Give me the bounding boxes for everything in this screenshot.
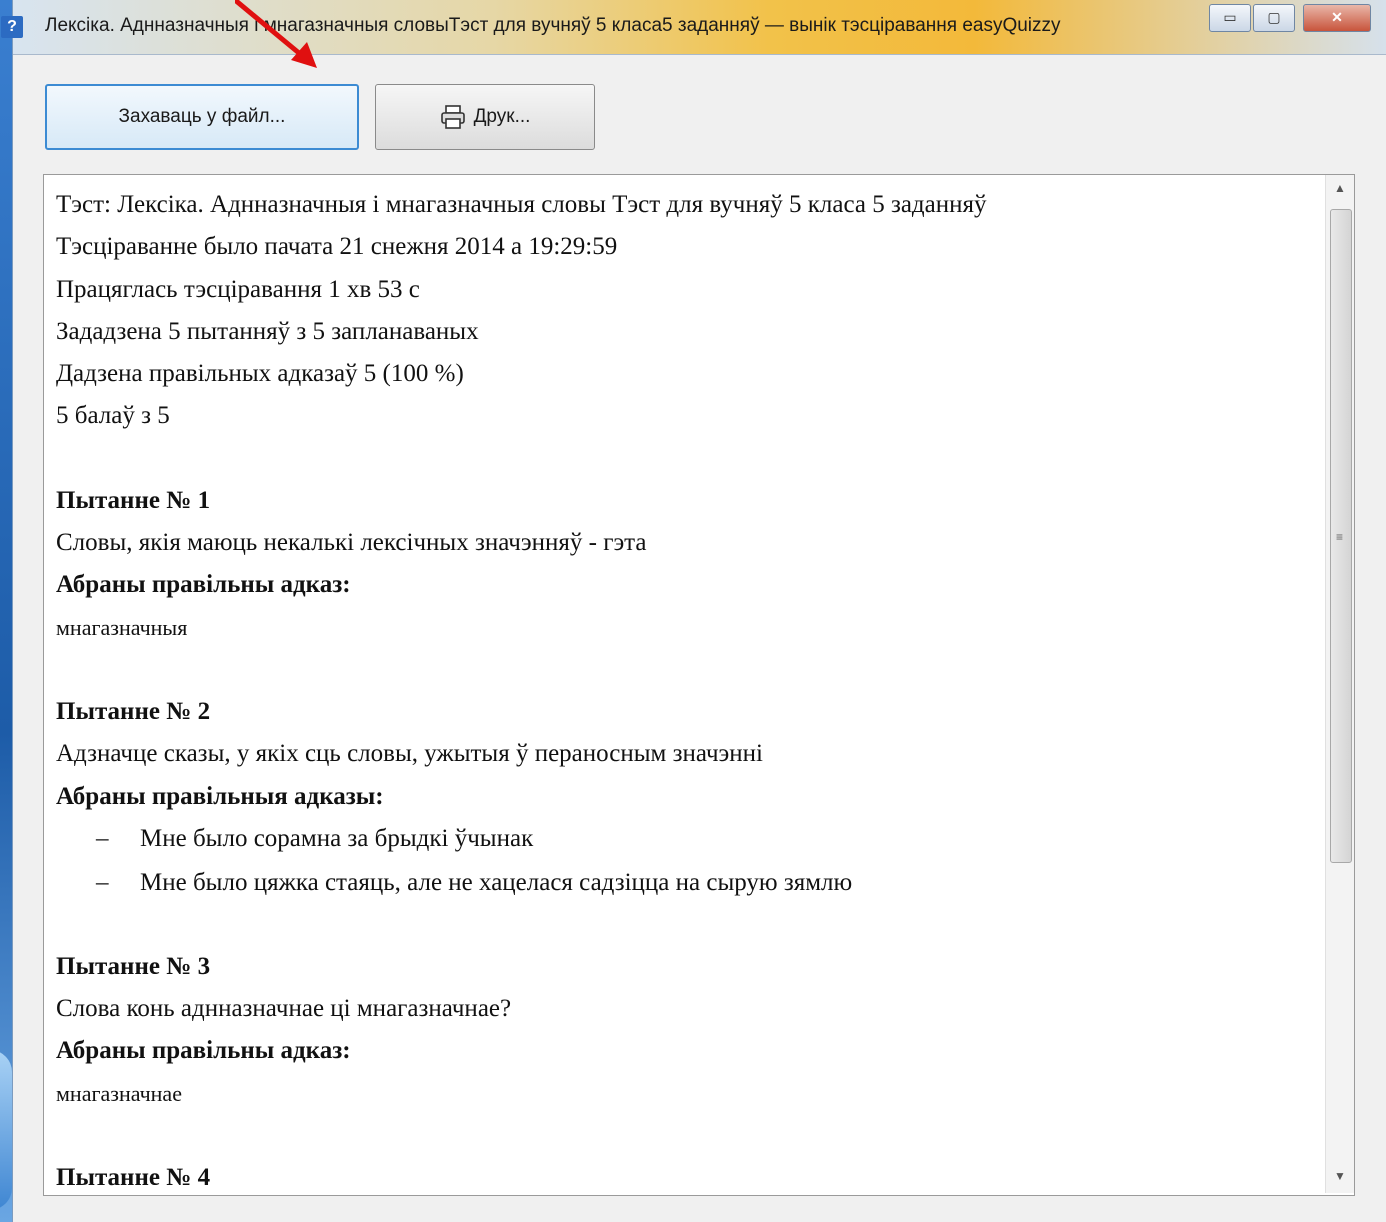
answer-label: Абраны правільны адказ: xyxy=(56,571,351,599)
answer-label: Абраны правільны адказ: xyxy=(56,1037,351,1065)
desktop-decoration xyxy=(0,1050,12,1210)
questions-asked: Зададзена 5 пытанняў з 5 запланаваных xyxy=(56,317,479,345)
start-time: Тэсціраванне было пачата 21 снежня 2014 … xyxy=(56,233,618,261)
scrollbar-thumb[interactable]: ≡ xyxy=(1330,209,1352,863)
answer-text: Мне было сорамна за брыдкі ўчынак xyxy=(140,824,534,852)
result-window: ? Лексіка. Аднназначныя і мнагазначныя с… xyxy=(1,0,1386,1222)
scroll-up-icon[interactable]: ▲ xyxy=(1334,181,1346,195)
scroll-down-icon[interactable]: ▼ xyxy=(1334,1169,1346,1183)
save-button-label: Захаваць у файл... xyxy=(118,106,286,127)
question-heading: Пытанне № 2 xyxy=(56,697,211,725)
test-name: Тэст: Лексіка. Аднназначныя і мнагазначн… xyxy=(56,191,987,218)
red-arrow-icon xyxy=(235,0,317,68)
answer-text: мнагазначныя xyxy=(56,614,188,640)
grip-icon: ≡ xyxy=(1336,530,1344,544)
duration: Працяглась тэсціравання 1 хв 53 с xyxy=(56,275,420,303)
answer-text: Мне было цяжка стаяць, але не хацелася с… xyxy=(140,868,853,896)
title-bar[interactable]: ? Лексіка. Аднназначныя і мнагазначныя с… xyxy=(1,0,1386,55)
printer-icon xyxy=(440,105,465,129)
print-button-label: Друк... xyxy=(473,106,531,127)
correct-answers: Дадзена правільных адказаў 5 (100 %) xyxy=(56,360,464,388)
save-to-file-button[interactable]: Захаваць у файл... xyxy=(45,84,359,150)
question-text: Слова конь аднназначнае ці мнагазначнае? xyxy=(56,995,512,1023)
help-app-icon[interactable]: ? xyxy=(1,16,23,38)
question-text: Словы, якія маюць некалькі лексічных зна… xyxy=(56,529,647,557)
dash-bullet: – xyxy=(96,824,109,852)
dash-bullet: – xyxy=(96,868,109,896)
desktop-background xyxy=(0,0,12,1222)
window-title: Лексіка. Аднназначныя і мнагазначныя сло… xyxy=(45,15,1061,36)
answer-label: Абраны правільныя адказы: xyxy=(56,782,384,810)
maximize-button[interactable]: ▢ xyxy=(1253,4,1295,32)
close-button[interactable]: ✕ xyxy=(1303,4,1371,32)
vertical-scrollbar[interactable]: ▲ ≡ ▼ xyxy=(1325,175,1354,1193)
minimize-button[interactable]: ▭ xyxy=(1209,4,1251,32)
answer-text: мнагазначнае xyxy=(56,1080,182,1106)
question-heading: Пытанне № 3 xyxy=(56,952,211,980)
score: 5 балаў з 5 xyxy=(56,402,170,430)
question-heading: Пытанне № 4 xyxy=(56,1164,211,1192)
answer-list-item: – Мне было сорамна за брыдкі ўчынак xyxy=(56,823,1316,867)
report-view[interactable]: Тэст: Лексіка. Аднназначныя і мнагазначн… xyxy=(43,174,1355,1196)
print-button[interactable]: Друк... xyxy=(375,84,595,150)
answer-list-item: – Мне было цяжка стаяць, але не хацелася … xyxy=(56,867,1316,911)
question-heading: Пытанне № 1 xyxy=(56,486,211,514)
report-content: Тэст: Лексіка. Аднназначныя і мнагазначн… xyxy=(56,189,1316,1195)
question-text: Адзначце сказы, у якіх сць словы, ужытыя… xyxy=(56,740,763,768)
